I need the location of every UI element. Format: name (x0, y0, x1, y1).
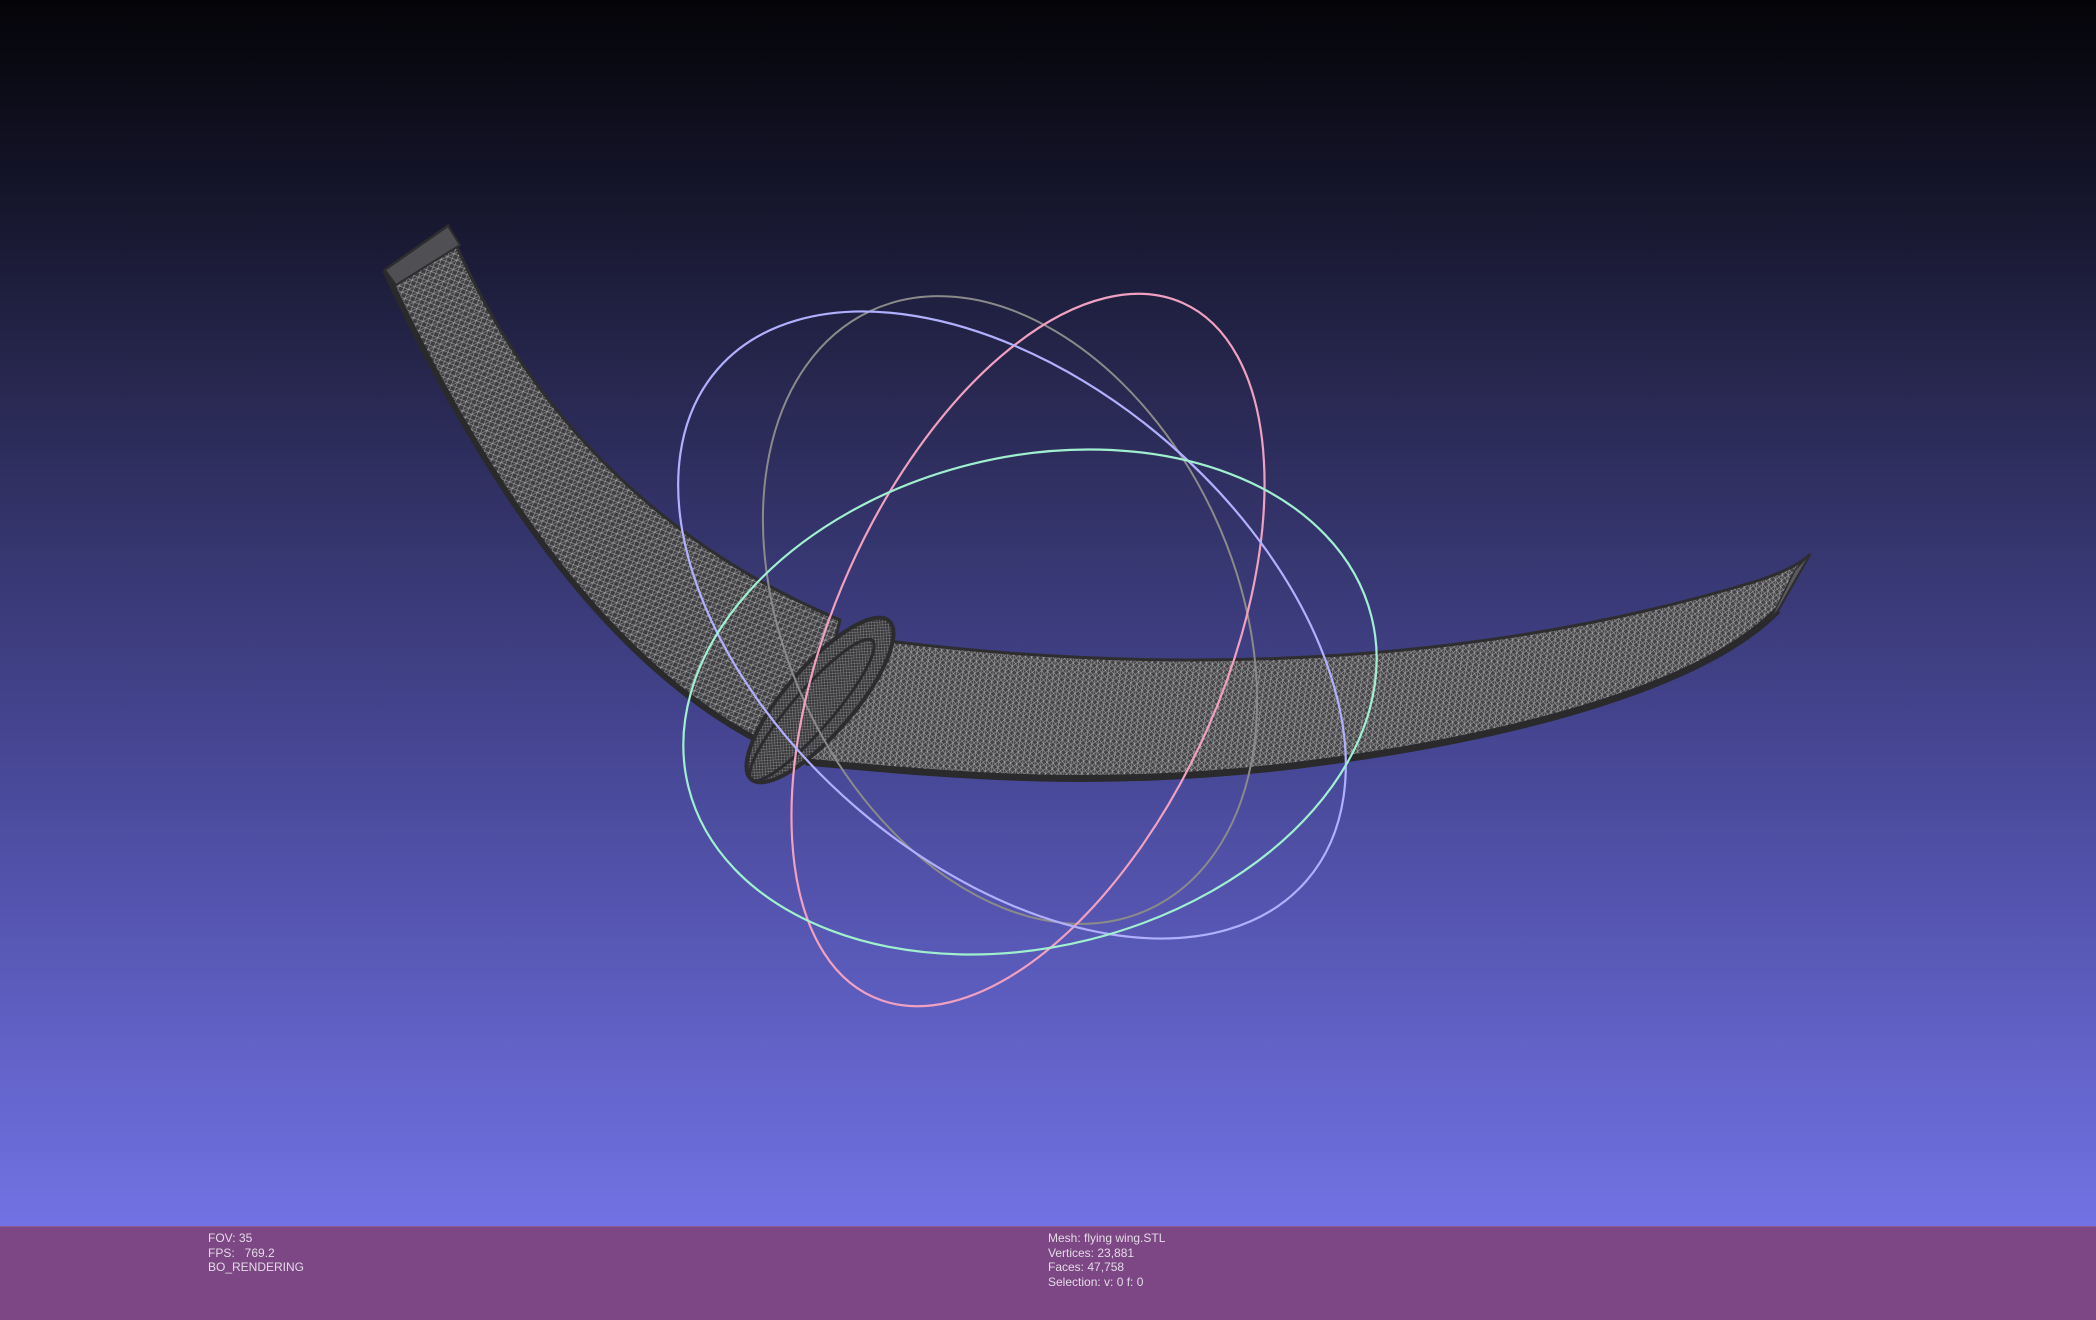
render-mode-label: BO_RENDERING (208, 1260, 305, 1274)
render-info: FOV: 35 FPS: 769.2 BO_RENDERING (208, 1231, 304, 1275)
mesh-info: Mesh: flying wing.STL Vertices: 23,881 F… (1048, 1231, 1165, 1289)
fps-label: FPS: 769.2 (208, 1245, 275, 1260)
info-bar: FOV: 35 FPS: 769.2 BO_RENDERING Mesh: fl… (0, 1226, 2096, 1320)
scene-canvas[interactable] (0, 0, 2096, 1226)
selection-label: Selection: v: 0 f: 0 (1048, 1274, 1144, 1289)
mesh-right-wing (803, 552, 1812, 782)
mesh-name-label: Mesh: flying wing.STL (1048, 1231, 1166, 1245)
faces-label: Faces: 47,758 (1048, 1260, 1125, 1274)
vertices-label: Vertices: 23,881 (1048, 1245, 1135, 1260)
meshlab-window: FOV: 35 FPS: 769.2 BO_RENDERING Mesh: fl… (0, 0, 2096, 1320)
mesh-left-wing (382, 223, 842, 765)
fov-label: FOV: 35 (208, 1231, 253, 1245)
3d-viewport[interactable] (0, 0, 2096, 1226)
